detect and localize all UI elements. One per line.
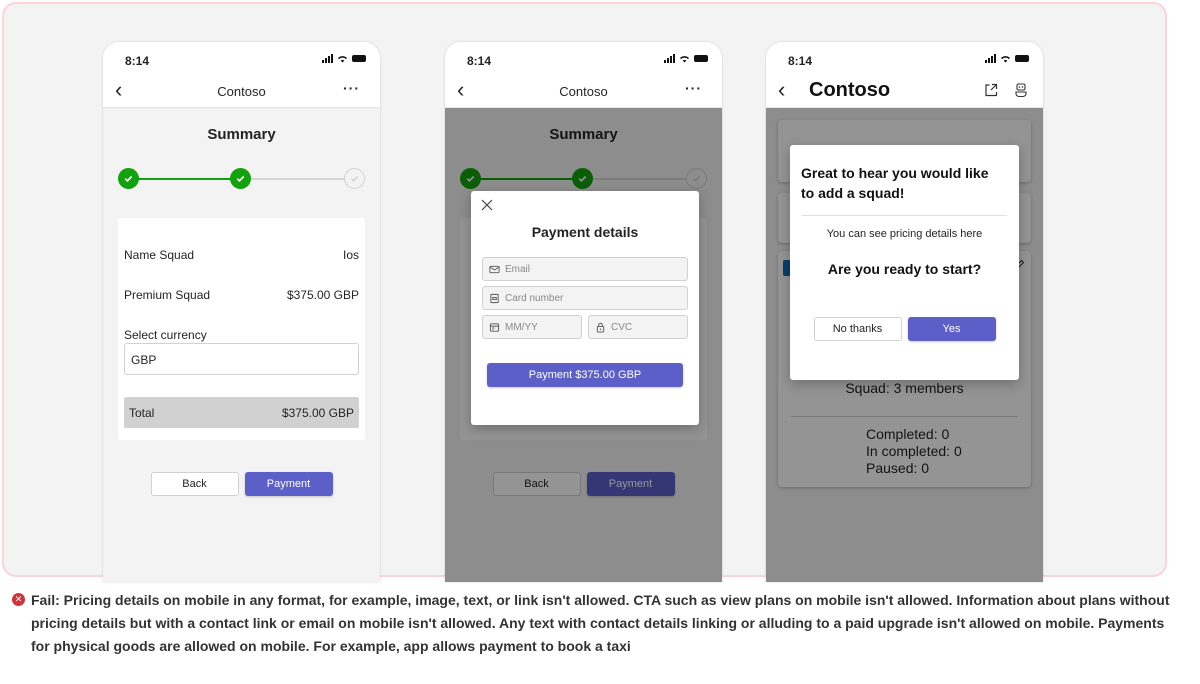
add-squad-dialog: Great to hear you would like to add a sq… [790, 145, 1019, 380]
summary-content: Summary Name Squad Ios Premium Squad $37… [103, 108, 380, 582]
stepper-line-complete [128, 178, 240, 180]
total-label: Total [129, 405, 155, 420]
wifi-icon [680, 56, 689, 63]
cvc-placeholder: CVC [611, 321, 633, 333]
status-time: 8:14 [788, 54, 813, 68]
phone-summary-screen: 8:14 ‹ Contoso ··· Summary Name Squad Io… [103, 42, 380, 582]
status-bar: 8:14 [445, 42, 722, 74]
fail-icon: ✕ [12, 593, 25, 606]
status-time: 8:14 [125, 54, 150, 68]
status-bar: 8:14 [766, 42, 1043, 74]
checkmark-icon [124, 175, 133, 182]
payment-button[interactable]: Payment [244, 472, 333, 496]
wifi-icon [1001, 56, 1010, 63]
signal-icon [985, 54, 996, 63]
mail-icon [489, 265, 500, 273]
email-placeholder: Email [505, 263, 531, 275]
nav-title: Contoso [559, 84, 608, 99]
nav-title: Contoso [217, 84, 266, 99]
battery-icon [352, 55, 366, 62]
checkmark-icon [236, 175, 245, 182]
close-icon[interactable] [480, 198, 494, 212]
phone-payment-dialog-screen: 8:14 ‹ Contoso ··· Summary Back Payment … [445, 42, 722, 582]
nav-bar: ‹ Contoso ··· [445, 74, 722, 108]
summary-card: Name Squad Ios Premium Squad $375.00 GBP… [118, 218, 365, 440]
bot-icon[interactable] [1013, 82, 1029, 98]
signal-icon [664, 54, 675, 63]
step-2-complete [230, 168, 251, 189]
back-button[interactable]: Back [150, 472, 239, 496]
phone-squad-prompt-screen: 8:14 ‹ Contoso Squad: 3 members Complete… [766, 42, 1043, 582]
progress-stepper [118, 168, 365, 190]
more-horizontal-icon[interactable]: ··· [343, 80, 360, 96]
battery-icon [1015, 55, 1029, 62]
chevron-left-icon[interactable]: ‹ [778, 79, 785, 101]
nav-bar: ‹ Contoso [766, 74, 1043, 108]
payment-dialog: Payment details Email Card number MM/YY … [471, 191, 699, 425]
card-icon [490, 293, 499, 303]
step-1-complete [118, 168, 139, 189]
nav-title: Contoso [809, 79, 891, 101]
dialog-title: Payment details [531, 224, 639, 240]
summary-row: Premium Squad $375.00 GBP [124, 288, 359, 302]
divider [802, 215, 1007, 216]
dialog-buttons: No thanks Yes [790, 317, 1019, 341]
cvc-field[interactable]: CVC [588, 315, 688, 339]
status-bar: 8:14 [103, 42, 380, 74]
card-number-placeholder: Card number [505, 292, 564, 304]
currency-select[interactable]: GBP [124, 343, 359, 375]
verdict-note: ✕ Fail: Pricing details on mobile in any… [12, 589, 1182, 658]
row-value: Ios [342, 248, 359, 262]
card-number-field[interactable]: Card number [482, 286, 688, 310]
status-time: 8:14 [467, 54, 492, 68]
dialog-heading: Great to hear you would like to add a sq… [801, 165, 989, 201]
row-value: $375.00 GBP [286, 288, 359, 302]
calendar-icon [489, 322, 500, 332]
verdict-text: Fail: Pricing details on mobile in any f… [31, 592, 1170, 654]
expiry-field[interactable]: MM/YY [482, 315, 582, 339]
lock-icon [596, 322, 605, 333]
row-label: Name Squad [124, 248, 195, 262]
step-3-pending [344, 168, 365, 189]
row-label: Premium Squad [124, 288, 211, 302]
expiry-placeholder: MM/YY [505, 321, 538, 333]
submit-payment-button[interactable]: Payment $375.00 GBP [487, 363, 683, 387]
battery-icon [694, 55, 708, 62]
summary-row: Name Squad Ios [124, 248, 359, 262]
total-row: Total $375.00 GBP [124, 397, 359, 428]
yes-button[interactable]: Yes [907, 317, 996, 341]
signal-icon [322, 54, 333, 63]
wifi-icon [338, 56, 347, 63]
page-title: Summary [207, 126, 276, 143]
more-horizontal-icon[interactable]: ··· [685, 80, 702, 96]
open-external-icon[interactable] [983, 82, 999, 98]
currency-label: Select currency [124, 328, 207, 342]
no-thanks-button[interactable]: No thanks [813, 317, 902, 341]
nav-bar: ‹ Contoso ··· [103, 74, 380, 108]
dialog-question: Are you ready to start? [827, 261, 982, 277]
action-buttons: Back Payment [103, 472, 380, 496]
checkmark-icon [350, 176, 359, 182]
pricing-details-link[interactable]: You can see pricing details here [790, 228, 1019, 240]
email-field[interactable]: Email [482, 257, 688, 281]
total-value: $375.00 GBP [281, 405, 354, 420]
stepper-line-pending [240, 178, 356, 180]
